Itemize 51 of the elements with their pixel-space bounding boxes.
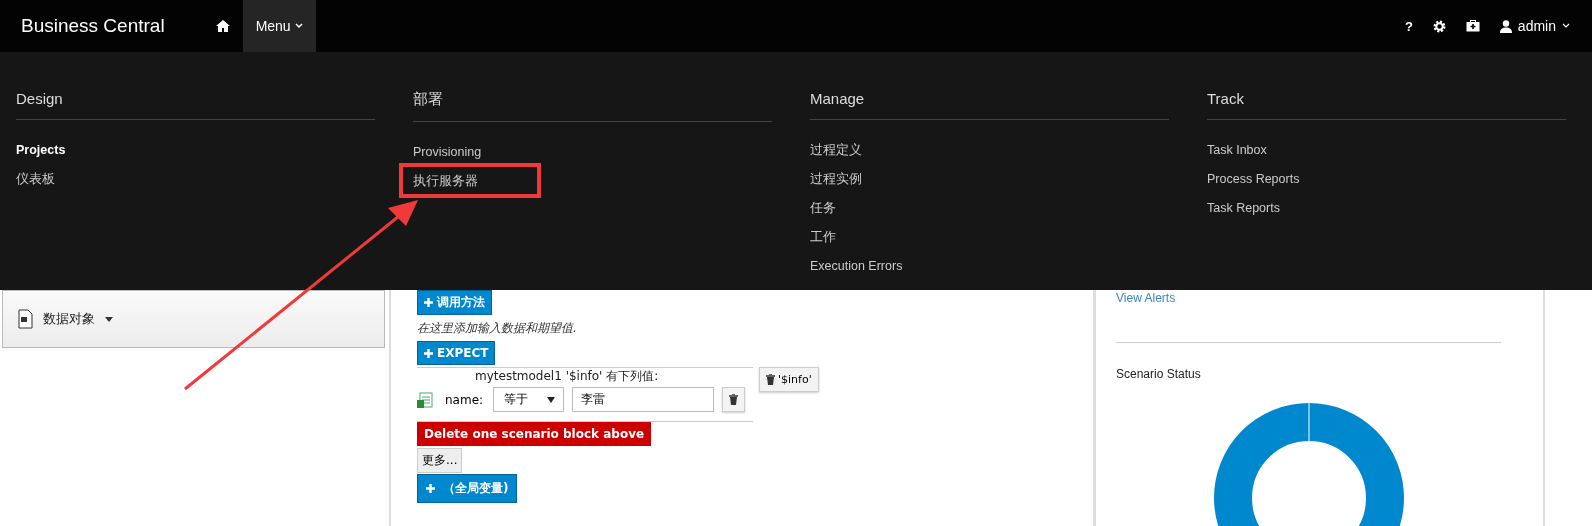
user-icon xyxy=(1499,19,1512,33)
menu-section-title: Design xyxy=(16,52,375,120)
chevron-icon xyxy=(1562,23,1570,29)
call-method-button[interactable]: 调用方法 xyxy=(417,290,492,315)
remove-fact-button[interactable]: '$info' xyxy=(759,367,819,392)
hint-text: 在这里添加输入数据和期望值. xyxy=(417,320,577,337)
home-icon xyxy=(215,20,230,32)
view-alerts-link[interactable]: View Alerts xyxy=(1116,291,1501,305)
menu-item[interactable]: 过程实例 xyxy=(810,171,862,187)
more-button[interactable]: 更多... xyxy=(417,448,463,473)
menu-item[interactable]: 工作 xyxy=(810,229,836,245)
medkit-icon[interactable] xyxy=(1465,20,1480,32)
fact-title: mytestmodel1 '$info' 有下列值: xyxy=(475,368,660,385)
operator-select[interactable]: 等于 xyxy=(493,387,565,412)
section-title: Scenario Status xyxy=(1116,367,1202,381)
user-menu[interactable]: admin xyxy=(1499,0,1570,52)
trash-icon xyxy=(766,374,775,385)
caret-icon xyxy=(547,396,556,403)
menu-section-title: Manage xyxy=(810,52,1169,120)
delete-button[interactable] xyxy=(722,387,746,412)
menu-button[interactable]: Menu xyxy=(242,0,316,52)
plus-icon xyxy=(426,484,435,493)
global-button[interactable]: （全局变量) xyxy=(417,474,518,503)
help-link[interactable]: ? xyxy=(1404,0,1413,52)
sidebar-item[interactable]: 数据对象 xyxy=(2,290,385,348)
sidebar-label: 数据对象 xyxy=(43,310,95,328)
delete-block-button[interactable]: Delete one scenario block above xyxy=(417,422,652,446)
plus-icon xyxy=(424,298,433,307)
spreadsheet-icon xyxy=(417,391,433,408)
menu-item[interactable]: 任务 xyxy=(810,200,836,216)
caret-icon xyxy=(105,316,113,322)
document-icon xyxy=(17,309,33,329)
menu-item[interactable]: Task Reports xyxy=(1207,200,1280,216)
menu-item[interactable]: 仪表板 xyxy=(16,171,55,187)
menu-item[interactable]: Process Reports xyxy=(1207,171,1300,187)
app-title: Business Central xyxy=(21,15,165,37)
menu-item[interactable]: Projects xyxy=(16,142,66,158)
menu-item[interactable]: Execution Errors xyxy=(810,258,903,274)
expect-button[interactable]: EXPECT xyxy=(417,341,496,365)
menu-item[interactable]: Task Inbox xyxy=(1207,142,1267,158)
menu-section-title: 部署 xyxy=(413,52,772,122)
menu-item[interactable]: Provisioning xyxy=(413,144,482,160)
field-label: name: xyxy=(445,392,484,407)
chevron-icon xyxy=(294,23,303,29)
menu-item[interactable]: 执行服务器 xyxy=(413,173,478,189)
value-input[interactable]: 李雷 xyxy=(572,387,715,412)
plus-icon xyxy=(424,348,433,358)
settings-icon[interactable] xyxy=(1432,19,1446,33)
menu-section-title: Track xyxy=(1207,52,1566,120)
menu-item[interactable]: 过程定义 xyxy=(810,142,862,158)
trash-icon xyxy=(729,394,739,405)
